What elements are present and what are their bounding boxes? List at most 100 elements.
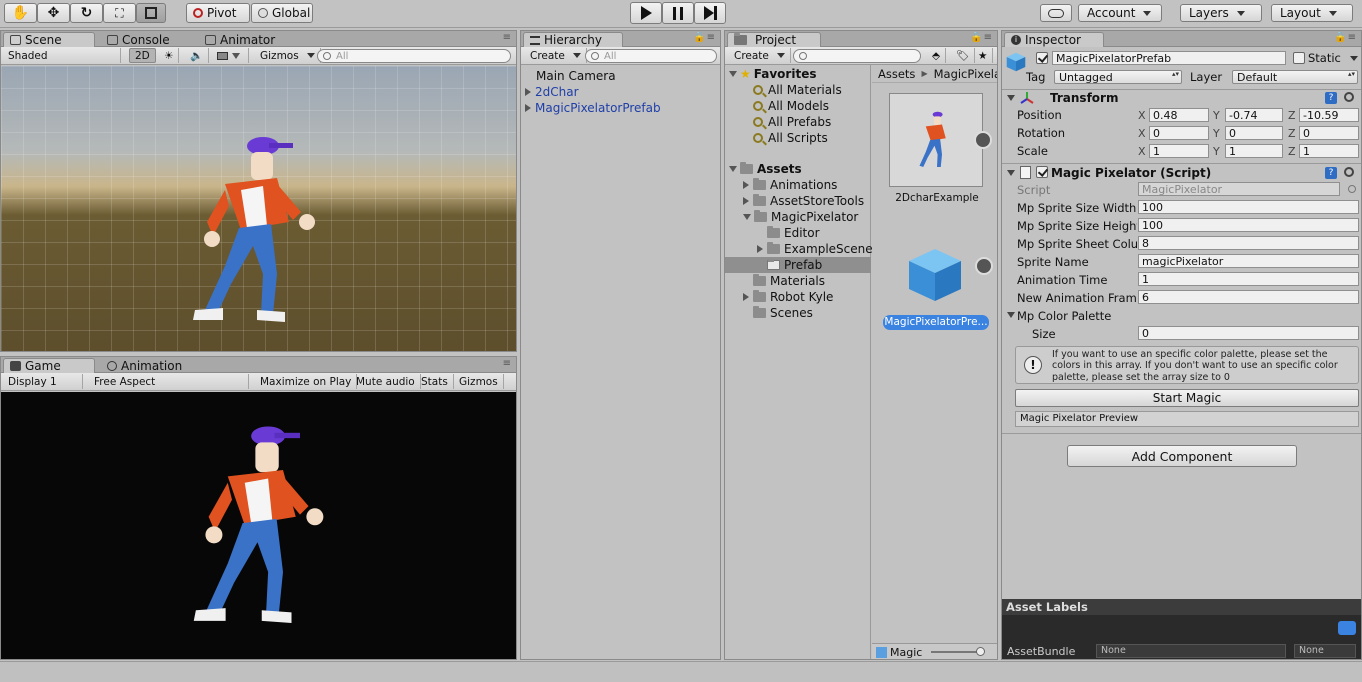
display-dropdown[interactable]: Display 1: [3, 374, 83, 389]
favorites-header[interactable]: ★ Favorites: [729, 66, 816, 82]
filter-label-button[interactable]: 🏷: [951, 48, 976, 63]
tab-game[interactable]: Game: [3, 358, 95, 373]
aspect-dropdown[interactable]: Free Aspect: [89, 374, 249, 389]
object-picker-icon[interactable]: [1348, 185, 1356, 193]
filter-type-button[interactable]: ⬘: [927, 48, 947, 63]
static-dropdown-arrow-icon[interactable]: [1350, 56, 1358, 61]
rotation-x-field[interactable]: 0: [1149, 126, 1209, 140]
scene-viewport[interactable]: [1, 66, 516, 351]
maximize-on-play-toggle[interactable]: Maximize on Play: [255, 374, 358, 389]
play-button[interactable]: [630, 2, 662, 24]
audio-toggle[interactable]: 🔈: [185, 48, 210, 63]
2d-toggle[interactable]: 2D: [129, 48, 156, 63]
hierarchy-search-input[interactable]: All: [585, 49, 717, 63]
sprite-size-height-input[interactable]: 100: [1138, 218, 1359, 232]
favorite-item[interactable]: All Prefabs: [753, 114, 831, 130]
assets-header[interactable]: Assets: [729, 161, 802, 177]
scene-search-input[interactable]: All: [317, 49, 511, 63]
script-foldout-icon[interactable]: [1007, 170, 1015, 176]
tab-animator[interactable]: Animator: [199, 32, 281, 47]
hierarchy-item-main-camera[interactable]: Main Camera: [536, 68, 616, 84]
tree-item-assetstoretools[interactable]: AssetStoreTools: [743, 193, 864, 209]
expand-arrow-icon[interactable]: [757, 245, 763, 253]
global-toggle[interactable]: Global: [251, 3, 313, 23]
rotation-y-field[interactable]: 0: [1225, 126, 1283, 140]
expand-arrow-icon[interactable]: [743, 293, 749, 301]
gear-icon[interactable]: [1344, 167, 1354, 177]
breadcrumb-assets[interactable]: Assets: [878, 67, 915, 81]
static-checkbox[interactable]: [1293, 52, 1305, 64]
script-enabled-checkbox[interactable]: [1036, 166, 1048, 178]
zoom-slider[interactable]: [931, 647, 986, 656]
position-x-field[interactable]: 0.48: [1149, 108, 1209, 122]
panel-menu-icon[interactable]: ≡: [503, 358, 512, 369]
rotate-tool-button[interactable]: ↻: [70, 3, 103, 23]
tree-item-materials[interactable]: Materials: [753, 273, 825, 289]
transform-foldout-icon[interactable]: [1007, 95, 1015, 101]
tab-scene[interactable]: Scene: [3, 32, 95, 47]
shading-mode-dropdown[interactable]: Shaded: [3, 48, 121, 63]
cloud-button[interactable]: [1040, 4, 1072, 22]
breadcrumb-magicpixelator[interactable]: MagicPixela: [934, 67, 997, 81]
tree-item-robot-kyle[interactable]: Robot Kyle: [743, 289, 833, 305]
gizmos-dropdown[interactable]: Gizmos: [255, 48, 321, 63]
asset-variant-dropdown[interactable]: None: [1294, 644, 1356, 658]
account-dropdown[interactable]: Account: [1078, 4, 1162, 22]
position-z-field[interactable]: -10.59: [1299, 108, 1359, 122]
collapse-arrow-icon[interactable]: [743, 214, 751, 220]
lock-icon[interactable]: 🔒≡: [1334, 32, 1357, 43]
object-name-input[interactable]: MagicPixelatorPrefab: [1052, 51, 1286, 65]
hierarchy-item-prefab[interactable]: MagicPixelatorPrefab: [525, 100, 661, 116]
slider-thumb[interactable]: [976, 647, 986, 656]
project-search-input[interactable]: [793, 49, 921, 63]
tab-project[interactable]: Project: [727, 32, 821, 47]
favorite-item[interactable]: All Materials: [753, 82, 842, 98]
favorite-item[interactable]: All Scripts: [753, 130, 828, 146]
panel-menu-icon[interactable]: ≡: [503, 32, 512, 43]
tree-item-magicpixelator[interactable]: MagicPixelator: [743, 209, 858, 225]
layers-dropdown[interactable]: Layers: [1180, 4, 1262, 22]
rotation-z-field[interactable]: 0: [1299, 126, 1359, 140]
collapse-arrow-icon[interactable]: [729, 71, 737, 77]
sprite-size-width-input[interactable]: 100: [1138, 200, 1359, 214]
project-create-dropdown[interactable]: Create: [729, 48, 791, 63]
expand-arrow-icon[interactable]: [525, 88, 531, 96]
mute-audio-toggle[interactable]: Mute audio: [351, 374, 421, 389]
game-gizmos-dropdown[interactable]: Gizmos: [454, 374, 504, 389]
tree-item-examplescene[interactable]: ExampleScene: [757, 241, 873, 257]
help-icon[interactable]: ?: [1325, 92, 1337, 104]
pivot-toggle[interactable]: Pivot: [186, 3, 250, 23]
tree-item-editor[interactable]: Editor: [767, 225, 820, 241]
new-animation-frames-input[interactable]: 6: [1138, 290, 1359, 304]
scale-y-field[interactable]: 1: [1225, 144, 1283, 158]
hand-tool-button[interactable]: ✋: [4, 3, 37, 23]
add-component-button[interactable]: Add Component: [1067, 445, 1297, 467]
tree-item-scenes[interactable]: Scenes: [753, 305, 813, 321]
collapse-arrow-icon[interactable]: [729, 166, 737, 172]
hierarchy-create-dropdown[interactable]: Create: [525, 48, 587, 63]
stats-toggle[interactable]: Stats: [416, 374, 454, 389]
lock-icon[interactable]: 🔒≡: [970, 32, 993, 43]
favorite-item[interactable]: All Models: [753, 98, 829, 114]
animation-time-input[interactable]: 1: [1138, 272, 1359, 286]
game-viewport[interactable]: [1, 392, 516, 659]
play-preview-icon[interactable]: [974, 131, 992, 149]
position-y-field[interactable]: -0.74: [1225, 108, 1283, 122]
scale-z-field[interactable]: 1: [1299, 144, 1359, 158]
label-tag-icon[interactable]: [1338, 621, 1356, 635]
asset-tile-2dcharexample[interactable]: 2DcharExample: [887, 93, 992, 207]
asset-bundle-dropdown[interactable]: None: [1096, 644, 1286, 658]
tab-hierarchy[interactable]: Hierarchy: [523, 32, 623, 47]
expand-arrow-icon[interactable]: [743, 181, 749, 189]
scale-tool-button[interactable]: ⛶: [103, 3, 136, 23]
step-button[interactable]: [694, 2, 726, 24]
scale-x-field[interactable]: 1: [1149, 144, 1209, 158]
effects-dropdown[interactable]: [212, 48, 249, 63]
palette-size-input[interactable]: 0: [1138, 326, 1359, 340]
gear-icon[interactable]: [1344, 92, 1354, 102]
start-magic-button[interactable]: Start Magic: [1015, 389, 1359, 407]
layer-dropdown[interactable]: Default: [1232, 70, 1358, 84]
lock-icon[interactable]: 🔒≡: [693, 32, 716, 43]
active-checkbox[interactable]: [1036, 52, 1048, 64]
help-icon[interactable]: ?: [1325, 167, 1337, 179]
